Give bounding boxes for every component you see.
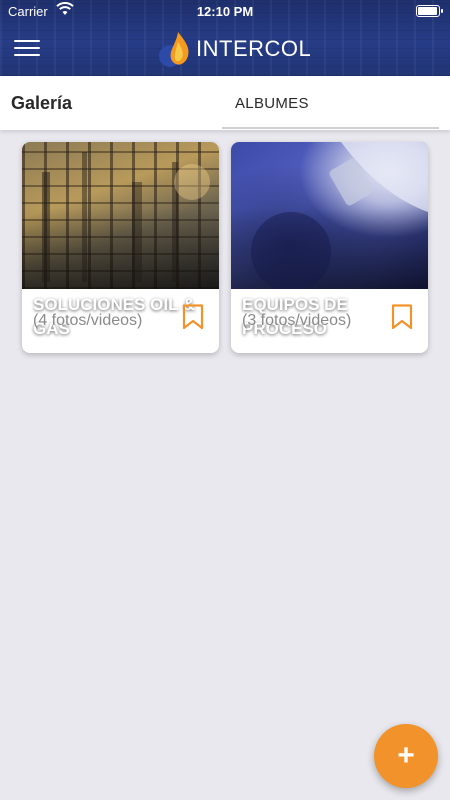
plus-icon: + bbox=[397, 739, 415, 772]
flame-logo-icon bbox=[159, 32, 189, 67]
tab-albums-label: ALBUMES bbox=[235, 95, 309, 112]
battery-fill bbox=[418, 7, 437, 15]
intercol-logo: INTERCOL bbox=[158, 30, 311, 68]
album-card[interactable]: SOLUCIONES OIL & GAS (4 fotos/videos) bbox=[22, 142, 219, 353]
bookmark-icon[interactable] bbox=[182, 304, 204, 330]
logo-text: INTERCOL bbox=[196, 36, 312, 61]
tab-indicator bbox=[222, 127, 439, 129]
bookmark-icon[interactable] bbox=[391, 304, 413, 330]
tab-bar: Galería ALBUMES bbox=[0, 76, 450, 130]
refinery-image bbox=[42, 152, 210, 282]
hamburger-menu-icon[interactable] bbox=[14, 40, 40, 60]
album-cover-image bbox=[22, 142, 219, 289]
equipment-image bbox=[251, 142, 428, 289]
page-title: Galería bbox=[11, 93, 73, 113]
add-album-button[interactable]: + bbox=[374, 724, 438, 788]
tab-albums[interactable]: ALBUMES bbox=[222, 76, 439, 130]
status-time: 12:10 PM bbox=[196, 4, 254, 19]
album-card[interactable]: EQUIPOS DE PROCESO (3 fotos/videos) bbox=[231, 142, 428, 353]
album-count: (4 fotos/videos) bbox=[33, 312, 143, 329]
album-count: (3 fotos/videos) bbox=[242, 312, 352, 329]
status-bar: Carrier 12:10 PM bbox=[0, 0, 450, 22]
battery-icon bbox=[416, 5, 443, 17]
app-header: Carrier 12:10 PM INTERCOL bbox=[0, 0, 450, 76]
album-cover-image bbox=[231, 142, 428, 289]
